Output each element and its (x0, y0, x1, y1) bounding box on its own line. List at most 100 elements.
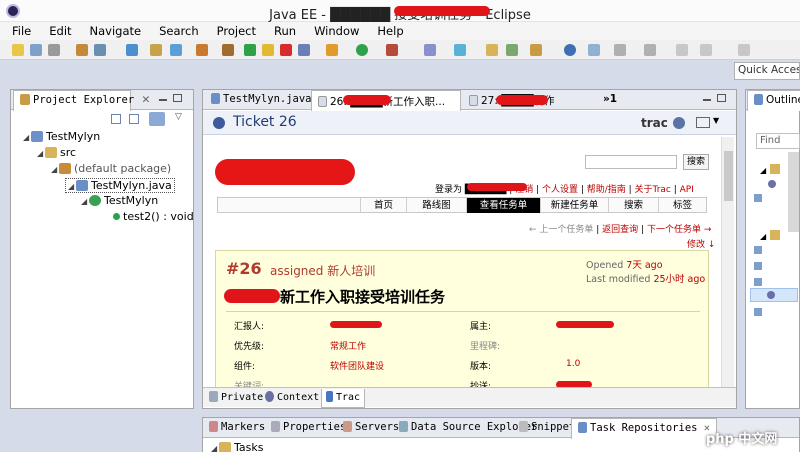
new-java-class-icon[interactable] (454, 44, 466, 56)
web-browser-icon[interactable] (564, 44, 576, 56)
tree-item-class[interactable]: ◢ TestMylyn (81, 194, 158, 207)
menu-navigate[interactable]: Navigate (78, 24, 148, 38)
quick-access-field[interactable]: Quick Access (734, 62, 800, 80)
close-icon[interactable]: ✕ (142, 94, 151, 106)
modified-value[interactable]: 25小时 ago (653, 274, 705, 285)
next-ticket-link[interactable]: 下一个任务单 → (647, 225, 711, 235)
run-icon[interactable] (356, 44, 368, 56)
menu-search[interactable]: Search (147, 24, 205, 38)
expand-icon[interactable]: ◢ (760, 166, 766, 175)
tab-overflow[interactable]: »1 (597, 90, 627, 110)
minimize-icon[interactable] (159, 99, 167, 101)
tab-private[interactable]: Private (209, 391, 263, 403)
outline-selected-row[interactable] (750, 288, 798, 302)
outline-scrollbar[interactable] (788, 152, 799, 232)
trac-search-button[interactable]: 搜索 (683, 154, 709, 170)
maximize-icon[interactable] (173, 94, 182, 102)
step-icon[interactable] (298, 44, 310, 56)
ant-icon[interactable] (196, 44, 208, 56)
menu-file[interactable]: File (0, 24, 37, 38)
api-link[interactable]: API (680, 185, 694, 195)
tree-item-package[interactable]: ◢ (default package) (51, 162, 171, 175)
tab-project-explorer[interactable]: Project Explorer ✕ (13, 90, 150, 111)
filter-icon[interactable] (149, 112, 165, 126)
tab-context[interactable]: Context (265, 391, 319, 403)
chevron-down-icon[interactable]: ▼ (713, 116, 719, 125)
field-value-version[interactable]: 1.0 (566, 359, 580, 369)
window-icon[interactable] (696, 117, 710, 128)
back-to-query-link[interactable]: 返回查询 (602, 225, 638, 235)
open-type-icon[interactable] (486, 44, 498, 56)
tab-label: Outline (766, 94, 800, 106)
back-icon[interactable] (676, 44, 688, 56)
resume-icon[interactable] (244, 44, 256, 56)
field-label-keywords: 关键词: (234, 382, 265, 387)
save-icon[interactable] (30, 44, 42, 56)
field-value-component[interactable]: 软件团队建设 (330, 359, 384, 372)
tree-item-java-file[interactable]: ◢ TestMylyn.java (65, 178, 175, 193)
tree-item-tasks[interactable]: ◢ Tasks (211, 441, 263, 452)
tree-item-src[interactable]: ◢ src (37, 146, 76, 159)
prev-annotation-icon[interactable] (644, 44, 656, 56)
forward-icon[interactable] (700, 44, 712, 56)
expand-icon[interactable]: ◢ (760, 232, 766, 241)
deploy-icon[interactable] (150, 44, 162, 56)
tree-item-method[interactable]: test2() : void (113, 210, 194, 223)
tree-item-project[interactable]: ◢ TestMylyn (23, 130, 100, 143)
prev-ticket-link[interactable]: ← 上一个任务单 (529, 225, 593, 235)
about-link[interactable]: 关于Trac (635, 185, 671, 195)
outline-tabstrip: Outline (746, 90, 800, 111)
project-explorer-view: Project Explorer ✕ ▽ ◢ TestMylyn ◢ src ◢ (d… (10, 89, 194, 409)
publish-icon[interactable] (170, 44, 182, 56)
opened-value[interactable]: 7天 ago (626, 260, 662, 271)
source-folder-icon (45, 147, 57, 158)
info-icon[interactable] (673, 117, 685, 129)
nav-home[interactable]: 首页 (360, 198, 406, 213)
debug-icon[interactable] (326, 44, 338, 56)
pin-editor-icon[interactable] (738, 44, 750, 56)
refactor-icon[interactable] (94, 44, 106, 56)
outline-find-input[interactable]: Find (756, 133, 800, 149)
open-task-icon[interactable] (506, 44, 518, 56)
view-menu-icon[interactable]: ▽ (175, 112, 182, 122)
nav-search[interactable]: 搜索 (608, 198, 658, 213)
build-icon[interactable] (76, 44, 88, 56)
nav-view-tickets[interactable]: 查看任务单 (466, 198, 540, 213)
search-icon[interactable] (530, 44, 542, 56)
menu-edit[interactable]: Edit (37, 24, 77, 38)
skip-breakpoints-icon[interactable] (222, 44, 234, 56)
next-annotation-icon[interactable] (614, 44, 626, 56)
save-all-icon[interactable] (48, 44, 60, 56)
nav-new-ticket[interactable]: 新建任务单 (540, 198, 608, 213)
trac-search-input[interactable] (585, 155, 677, 169)
link-editor-icon[interactable] (129, 114, 139, 124)
tree-label: test2() : void (123, 210, 194, 223)
modify-link[interactable]: 修改 ↓ (687, 237, 715, 250)
menu-project[interactable]: Project (205, 24, 262, 38)
tab-trac[interactable]: Trac (321, 389, 366, 408)
help-link[interactable]: 帮助/指南 (587, 185, 626, 195)
server-icon[interactable] (126, 44, 138, 56)
nav-roadmap[interactable]: 路线图 (406, 198, 466, 213)
coverage-icon[interactable] (386, 44, 398, 56)
nav-tags[interactable]: 标签 (658, 198, 706, 213)
new-server-icon[interactable] (424, 44, 436, 56)
toggle-mark-icon[interactable] (588, 44, 600, 56)
terminate-icon[interactable] (280, 44, 292, 56)
menu-run[interactable]: Run (262, 24, 302, 38)
tab-outline[interactable]: Outline (747, 90, 800, 111)
scrollbar-thumb[interactable] (724, 151, 733, 201)
tab-markers[interactable]: Markers (203, 418, 271, 438)
maximize-icon[interactable] (717, 94, 726, 102)
minimize-icon[interactable] (703, 99, 711, 101)
tab-java-file[interactable]: TestMylyn.java (205, 90, 312, 110)
field-value-priority[interactable]: 常规工作 (330, 339, 366, 352)
collapse-all-icon[interactable] (111, 114, 121, 124)
new-icon[interactable] (12, 44, 24, 56)
menu-help[interactable]: Help (365, 24, 409, 38)
tab-task-repositories[interactable]: Task Repositories ✕ (571, 418, 718, 439)
editor-scrollbar[interactable] (721, 137, 734, 387)
menu-window[interactable]: Window (302, 24, 365, 38)
preferences-link[interactable]: 个人设置 (542, 185, 578, 195)
suspend-icon[interactable] (262, 44, 274, 56)
